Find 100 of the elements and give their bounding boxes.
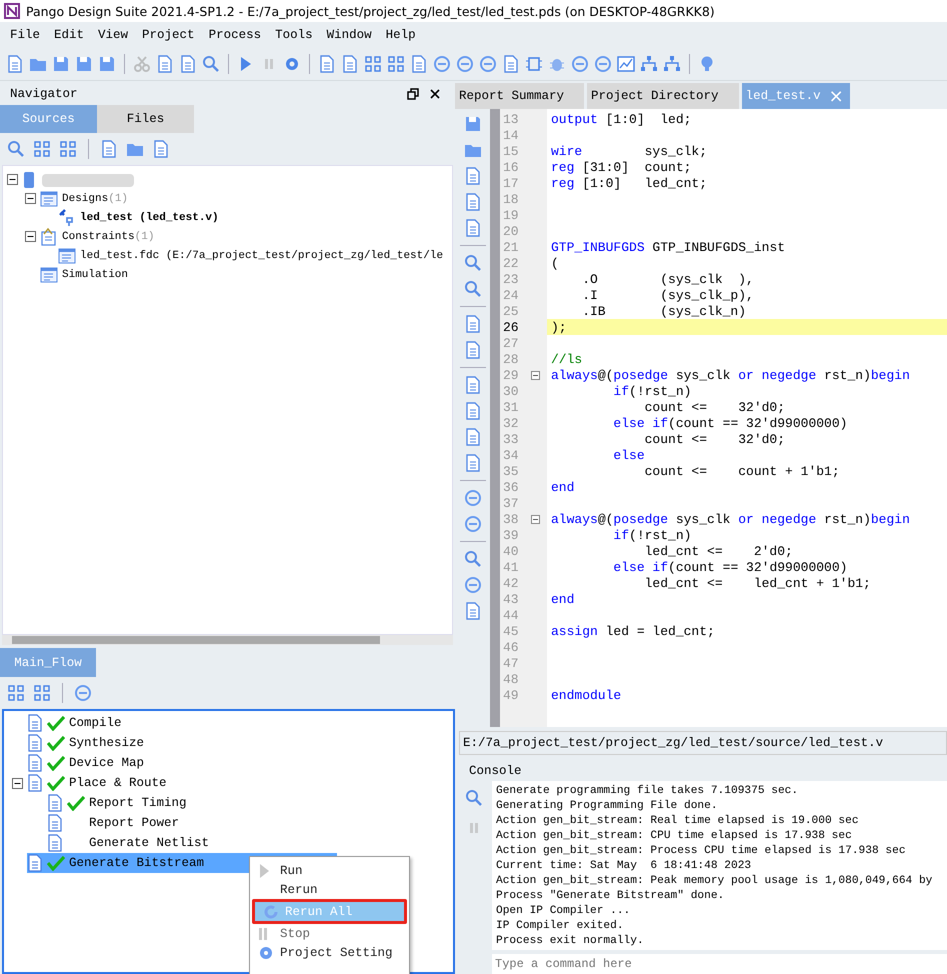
magnifier-icon[interactable] [464, 280, 482, 298]
menu-item[interactable]: File [4, 28, 48, 42]
scrollbar[interactable] [2, 635, 453, 645]
collapse-icon[interactable] [25, 193, 36, 204]
line-number: 39 [502, 528, 520, 542]
page-icon[interactable] [464, 219, 482, 237]
close-icon[interactable] [429, 88, 441, 100]
circle-icon[interactable] [464, 515, 482, 533]
menu-item[interactable]: Window [320, 28, 380, 42]
circle-icon[interactable] [571, 55, 589, 73]
chart-icon[interactable] [617, 55, 635, 73]
play-icon [258, 862, 270, 878]
check-icon [47, 715, 65, 731]
tree-icon[interactable] [640, 55, 658, 73]
tab[interactable]: Project Directory [587, 83, 739, 109]
code-line: assign led = led_cnt; [551, 624, 715, 638]
page-icon[interactable] [464, 315, 482, 333]
page-icon[interactable] [6, 55, 24, 73]
flow-step[interactable]: Place & Route [27, 773, 171, 793]
menu-item[interactable]: Process [202, 28, 270, 42]
menu-item[interactable]: View [92, 28, 136, 42]
flow-step[interactable]: Generate Netlist [47, 833, 214, 853]
tree-item[interactable]: led_test.fdc (E:/7a_project_test/project_zg/led_test/le [80, 250, 444, 262]
code-line: reg [31:0] count; [551, 160, 692, 174]
fold-icon[interactable] [531, 370, 540, 380]
code-line: .O (sys_clk ), [581, 272, 754, 286]
tree-item[interactable]: led_test (led_test.v) [80, 212, 219, 224]
line-number: 44 [502, 608, 520, 622]
document-icon [47, 794, 63, 812]
menu-item[interactable]: Project Setting [250, 943, 409, 962]
tree-icon[interactable] [663, 55, 681, 73]
page-icon[interactable] [464, 454, 482, 472]
code-line: else [612, 448, 645, 462]
menu-item[interactable]: Project [136, 28, 203, 42]
chip-icon[interactable] [525, 55, 543, 73]
circle-icon[interactable] [464, 489, 482, 507]
app-logo-icon [4, 3, 20, 19]
flow-step[interactable]: Report Timing [47, 793, 191, 813]
refresh-icon [263, 904, 279, 920]
menu-item[interactable]: Tools [269, 28, 321, 42]
magnifier-icon[interactable] [464, 254, 482, 272]
tab[interactable]: Files [97, 105, 194, 133]
page-icon[interactable] [464, 428, 482, 446]
scissors-icon[interactable] [133, 55, 151, 73]
menu-item[interactable]: Edit [48, 28, 92, 42]
grid-icon[interactable] [387, 55, 405, 73]
flow-step[interactable]: Report Power [47, 813, 184, 833]
flow-step[interactable]: Synthesize [27, 733, 148, 753]
page-icon[interactable] [341, 55, 359, 73]
magnifier-icon[interactable] [464, 789, 482, 807]
page-icon[interactable] [156, 55, 174, 73]
page-icon[interactable] [410, 55, 428, 73]
page-icon[interactable] [464, 341, 482, 359]
page-icon[interactable] [464, 402, 482, 420]
line-number: 30 [502, 384, 520, 398]
circle-icon[interactable] [456, 55, 474, 73]
fold-icon[interactable] [531, 514, 540, 524]
code-line: .IB (sys_clk_n) [581, 304, 746, 318]
collapse-icon[interactable] [12, 778, 23, 788]
menu-item[interactable]: Help [380, 28, 424, 42]
code-line: else if(count == 32'd99000000) [612, 416, 848, 430]
magnifier-icon[interactable] [464, 550, 482, 568]
magnifier-icon[interactable] [202, 55, 220, 73]
circle-icon[interactable] [433, 55, 451, 73]
page-icon[interactable] [100, 140, 118, 158]
page-icon[interactable] [502, 55, 520, 73]
menu-item[interactable]: Rerun [250, 880, 409, 899]
check-icon [47, 855, 65, 871]
collapse-icon[interactable] [7, 174, 18, 185]
grid-icon[interactable] [33, 684, 51, 702]
check-icon [47, 775, 65, 791]
tree-item[interactable]: Designs [62, 192, 108, 204]
page-icon[interactable] [464, 167, 482, 185]
tab[interactable]: Report Summary [455, 83, 584, 109]
line-number: 34 [502, 448, 520, 462]
page-icon[interactable] [179, 55, 197, 73]
magnifier-icon[interactable] [7, 140, 25, 158]
page-icon[interactable] [464, 376, 482, 394]
command-field[interactable]: Type a command here [492, 954, 947, 974]
settings-icon[interactable] [283, 55, 301, 73]
collapse-icon[interactable] [25, 231, 36, 242]
circle-icon[interactable] [479, 55, 497, 73]
page-icon[interactable] [464, 602, 482, 620]
restore-icon[interactable] [407, 88, 419, 100]
page-icon[interactable] [318, 55, 336, 73]
code-line: led_cnt <= 2'd0; [644, 544, 793, 558]
grid-icon[interactable] [59, 140, 77, 158]
grid-icon[interactable] [364, 55, 382, 73]
grid-icon[interactable] [33, 140, 51, 158]
flow-step[interactable]: Compile [27, 713, 126, 733]
grid-icon[interactable] [7, 684, 25, 702]
flow-step[interactable]: Device Map [27, 753, 148, 773]
page-icon[interactable] [464, 193, 482, 211]
page-icon[interactable] [152, 140, 170, 158]
tree-item[interactable]: Constraints [62, 230, 135, 242]
circle-icon[interactable] [594, 55, 612, 73]
circle-icon[interactable] [74, 684, 92, 702]
circle-icon[interactable] [464, 576, 482, 594]
tree-item[interactable]: Simulation [62, 268, 128, 280]
panel-title: Navigator [10, 87, 78, 101]
